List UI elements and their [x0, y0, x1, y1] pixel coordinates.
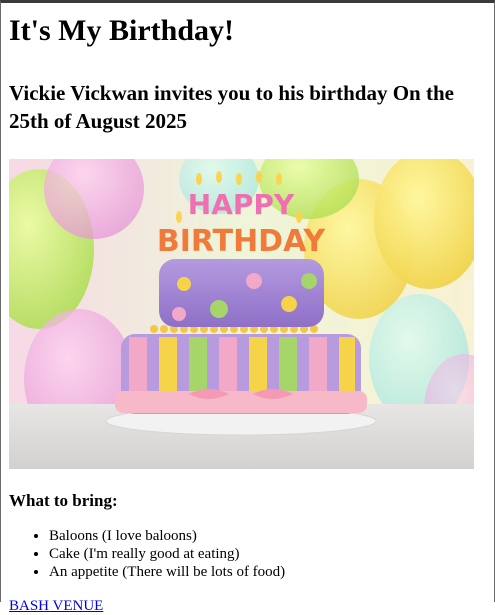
list-item: Baloons (I love baloons)	[49, 527, 486, 545]
page-title: It's My Birthday!	[9, 14, 234, 47]
list-item: Cake (I'm really good at eating)	[49, 545, 486, 563]
invitation-text: Vickie Vickwan invites you to his birthd…	[9, 81, 454, 133]
birthday-cake-image: HAPPY BIRTHDAY	[9, 159, 474, 469]
page-content: It's My Birthday! Vickie Vickwan invites…	[1, 13, 494, 615]
bash-venue-link[interactable]: BASH VENUE	[9, 598, 103, 615]
svg-text:HAPPY: HAPPY	[188, 188, 295, 221]
what-to-bring-heading: What to bring:	[9, 491, 118, 510]
cake-top-tier	[159, 259, 324, 327]
bring-list: Baloons (I love baloons) Cake (I'm reall…	[9, 527, 486, 581]
list-item: An appetite (There will be lots of food)	[49, 563, 486, 581]
svg-text:BIRTHDAY: BIRTHDAY	[157, 224, 327, 259]
cake-bottom-tier	[115, 334, 367, 414]
